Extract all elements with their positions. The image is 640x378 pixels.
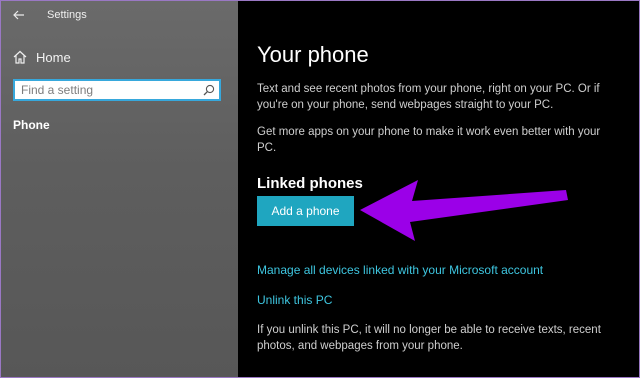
search-icon[interactable] bbox=[203, 84, 215, 96]
description-text: Text and see recent photos from your pho… bbox=[257, 83, 600, 111]
home-icon bbox=[13, 50, 27, 64]
unlink-pc-link[interactable]: Unlink this PC bbox=[257, 293, 332, 307]
main-content: Your phone Text and see recent photos fr… bbox=[238, 1, 639, 377]
page-title: Your phone bbox=[257, 42, 369, 67]
app-title: Settings bbox=[47, 9, 87, 21]
add-phone-button[interactable]: Add a phone bbox=[257, 196, 354, 226]
annotation-arrow-icon bbox=[360, 180, 568, 241]
search-input[interactable] bbox=[15, 81, 201, 99]
search-box bbox=[13, 79, 221, 101]
sidebar-item-phone[interactable]: Phone bbox=[13, 118, 50, 132]
unlink-note: If you unlink this PC, it will no longer… bbox=[257, 324, 601, 352]
settings-window: Settings Home Phone Your phone Text and … bbox=[0, 0, 640, 378]
sidebar: Settings Home Phone bbox=[1, 1, 238, 377]
manage-devices-link[interactable]: Manage all devices linked with your Micr… bbox=[257, 263, 543, 277]
more-apps-text: Get more apps on your phone to make it w… bbox=[257, 126, 601, 154]
back-arrow-icon bbox=[13, 10, 24, 20]
linked-phones-heading: Linked phones bbox=[257, 175, 363, 192]
title-bar: Settings bbox=[1, 1, 238, 29]
home-label: Home bbox=[36, 49, 71, 65]
sidebar-item-home[interactable]: Home bbox=[13, 46, 223, 68]
back-button[interactable] bbox=[9, 6, 29, 24]
